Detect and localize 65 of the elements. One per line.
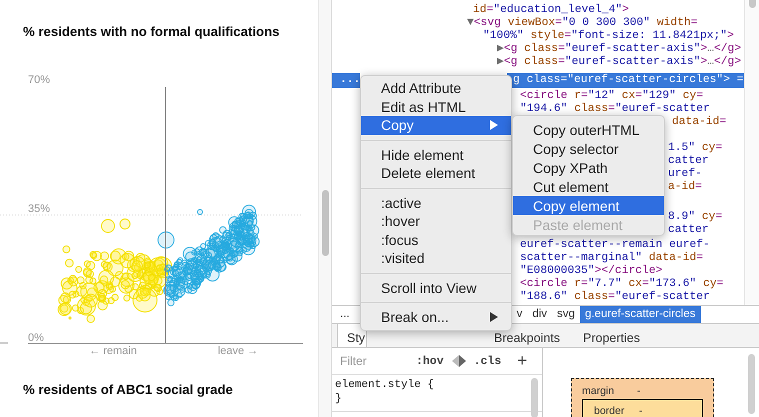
submenu-item[interactable]: Cut element: [513, 177, 664, 196]
submenu-item[interactable]: Copy outerHTML: [513, 120, 664, 139]
dom-code-line[interactable]: 8.9" cy=: [668, 211, 722, 224]
breadcrumb[interactable]: svg: [552, 306, 580, 323]
toolbar-button[interactable]: +: [515, 351, 530, 371]
submenu-item[interactable]: Copy XPath: [513, 158, 664, 177]
box-value: -: [637, 385, 640, 399]
menu-item[interactable]: :hover: [361, 212, 511, 230]
submenu-item[interactable]: Copy selector: [513, 139, 664, 158]
menu-item[interactable]: Edit as HTML: [361, 98, 511, 116]
box-value: -: [639, 405, 642, 417]
gridline: [0, 342, 8, 344]
dom-code-line[interactable]: data-id=: [672, 116, 726, 129]
breadcrumb[interactable]: g.euref-scatter-circles: [580, 306, 701, 323]
panel-tab[interactable]: Sty: [337, 324, 367, 347]
dom-code-line[interactable]: uref-: [668, 168, 702, 181]
page-scrollbar[interactable]: [318, 0, 332, 417]
breadcrumb[interactable]: div: [527, 306, 552, 323]
menu-item[interactable]: :visited: [361, 249, 511, 268]
toolbar-button[interactable]: :hov: [414, 354, 446, 368]
y-tick-label: 0%: [28, 332, 44, 344]
breadcrumb[interactable]: v: [512, 306, 528, 323]
dom-code-line[interactable]: "188.6" class="euref-scatter: [520, 291, 710, 304]
submenu-item[interactable]: Copy element: [513, 196, 664, 215]
dom-code-line[interactable]: catter: [668, 155, 709, 168]
y-tick-label: 35%: [28, 203, 50, 215]
dom-code-line[interactable]: <circle r="12" cx="129" cy=: [520, 90, 704, 103]
dom-code-line[interactable]: ▶<g class="euref-scatter-axis">…</g>: [497, 43, 742, 56]
diamond-icon[interactable]: [452, 355, 466, 367]
dom-code-line[interactable]: a-id=: [668, 181, 702, 194]
y-tick-label: 70%: [28, 74, 50, 86]
x-axis-label: leave →: [218, 345, 258, 357]
scrollbar-thumb[interactable]: [748, 354, 755, 414]
menu-item[interactable]: Scroll into View: [361, 278, 511, 297]
dom-code-line[interactable]: euref-scatter--remain euref-: [520, 239, 710, 252]
chart-title: % residents of ABC1 social grade: [22, 381, 234, 397]
dom-code-line[interactable]: "194.6" class="euref-scatter: [520, 103, 710, 116]
breadcrumb[interactable]: ...: [335, 306, 355, 323]
dom-code-line[interactable]: id="education_level_4">: [473, 4, 629, 17]
menu-item[interactable]: Hide element: [361, 146, 511, 164]
toolbar-button[interactable]: .cls: [472, 354, 504, 368]
dom-code-line[interactable]: ▶<g class="euref-scatter-axis">…</g>: [497, 56, 742, 69]
menu-item[interactable]: Copy: [361, 116, 511, 134]
dom-code-line[interactable]: 1.5" cy=: [668, 142, 722, 155]
dom-code-line[interactable]: scatter--marginal" data-id=: [520, 252, 704, 265]
panel-tab[interactable]: Properties: [574, 324, 649, 347]
box-label: margin: [582, 385, 616, 399]
css-rule-line: element.style {: [335, 378, 436, 392]
dom-code-line[interactable]: catter: [668, 224, 709, 237]
css-rule-line: }: [335, 392, 343, 406]
dom-code-line[interactable]: ▼<svg viewBox="0 0 300 300" width=: [467, 17, 698, 30]
scrollbar-thumb[interactable]: [531, 378, 538, 417]
panel-tab[interactable]: Breakpoints: [485, 324, 570, 347]
dom-code-line[interactable]: "100%" style="font-size: 11.8421px;">: [483, 30, 734, 43]
menu-item[interactable]: Break on...: [361, 308, 511, 326]
menu-item[interactable]: :active: [361, 194, 511, 212]
more-options-button[interactable]: ...: [332, 73, 360, 88]
x-axis-label: ← remain: [89, 345, 137, 357]
menu-item[interactable]: :focus: [361, 230, 511, 249]
dom-code-line[interactable]: "E08000035"></circle>: [520, 265, 662, 278]
menu-item[interactable]: Delete element: [361, 164, 511, 182]
filter-field[interactable]: Filter: [340, 354, 408, 368]
dom-scrollbar[interactable]: [744, 0, 759, 305]
box-label: border: [594, 405, 626, 417]
dom-code-line[interactable]: <circle r="7.7" cx="173.6" cy=: [520, 278, 724, 291]
